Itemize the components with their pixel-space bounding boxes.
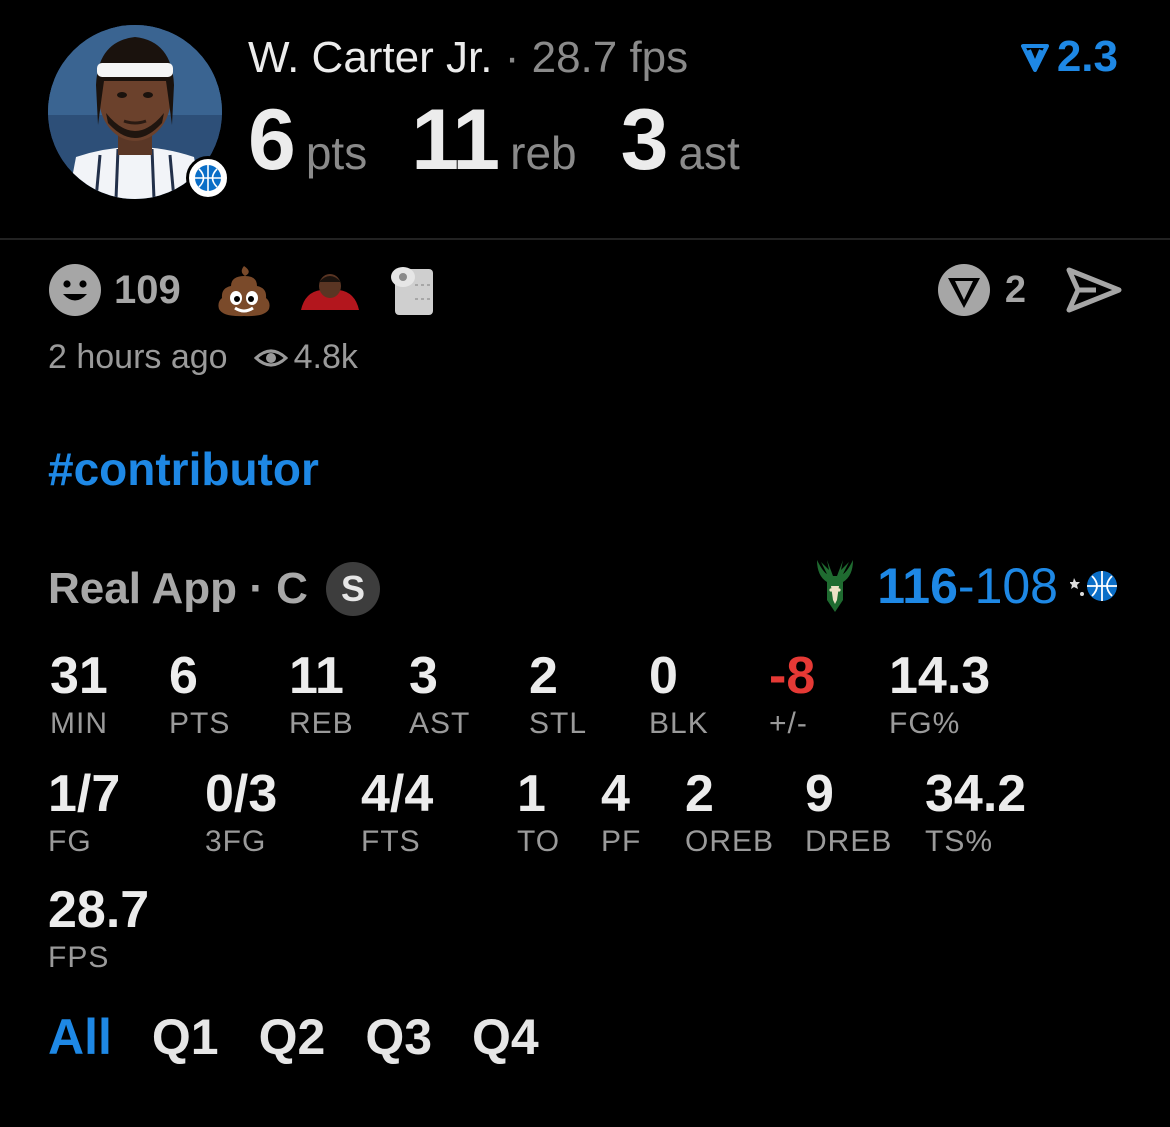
- game-score[interactable]: 116-108: [813, 556, 1120, 616]
- stat-value: 31: [50, 647, 108, 705]
- starter-badge: S: [325, 562, 380, 616]
- poop-emoji-icon[interactable]: [215, 262, 273, 318]
- rating-value: 2.3: [1056, 32, 1118, 81]
- stat-label: TO: [517, 825, 561, 858]
- stat-value: -8: [769, 647, 816, 705]
- stat-label: FG: [48, 825, 92, 858]
- stat-label: PTS: [169, 707, 231, 740]
- stat-label: PF: [601, 825, 642, 858]
- stat-fts: 4/4 FTS: [361, 764, 433, 860]
- stat-value: 11: [289, 647, 344, 705]
- time-ago: 2 hours ago: [48, 338, 228, 376]
- headline-statline: 6 pts 11 reb 3 ast: [248, 92, 784, 188]
- tab-q4[interactable]: Q4: [472, 1008, 539, 1066]
- stat-label: STL: [529, 707, 588, 740]
- stat-fps: 28.7 FPS: [48, 880, 149, 976]
- stat-value: 3: [409, 647, 438, 705]
- stat-value: 4: [601, 765, 630, 823]
- assists-value: 3: [620, 92, 669, 188]
- stat-value: 1/7: [48, 765, 121, 823]
- stat-value: 0/3: [205, 765, 278, 823]
- period-tabs: All Q1 Q2 Q3 Q4: [48, 1008, 539, 1066]
- rating-badge-icon[interactable]: [937, 263, 991, 317]
- eye-icon: [253, 349, 288, 366]
- reaction-bar: 109: [48, 262, 439, 318]
- stat-fg: 1/7 FG: [48, 764, 120, 860]
- stat-reb: 11 REB: [289, 646, 354, 742]
- headline-separator: ·: [492, 33, 532, 82]
- tab-q3[interactable]: Q3: [365, 1008, 432, 1066]
- stat-label: TS%: [925, 825, 994, 858]
- hashtag-link[interactable]: #contributor: [48, 442, 319, 496]
- stat-value: 9: [805, 765, 834, 823]
- player-headline: W. Carter Jr. · 28.7 fps: [248, 32, 688, 84]
- losing-score: 108: [974, 558, 1058, 614]
- stat-oreb: 2 OREB: [685, 764, 774, 860]
- magic-team-logo-icon: [1070, 571, 1117, 601]
- stat-label: REB: [289, 707, 354, 740]
- stat-label: FG%: [889, 707, 961, 740]
- magic-team-logo-icon: [186, 156, 230, 200]
- header-divider: [0, 238, 1170, 240]
- toilet-paper-emoji-icon[interactable]: [387, 263, 439, 317]
- stat-label: OREB: [685, 825, 775, 858]
- stat-plus-minus: -8 +/-: [769, 646, 815, 742]
- tab-q2[interactable]: Q2: [259, 1008, 326, 1066]
- stat-to: 1 TO: [517, 764, 560, 860]
- stat-label: AST: [409, 707, 471, 740]
- stat-label: FPS: [48, 941, 110, 974]
- tab-all[interactable]: All: [48, 1008, 112, 1066]
- stat-min: 31 MIN: [50, 646, 108, 742]
- player-name[interactable]: W. Carter Jr.: [248, 33, 492, 82]
- points-value: 6: [248, 92, 296, 188]
- tab-q1[interactable]: Q1: [152, 1008, 219, 1066]
- stat-label: BLK: [649, 707, 709, 740]
- stat-pts: 6 PTS: [169, 646, 230, 742]
- send-icon[interactable]: [1066, 266, 1122, 314]
- stat-value: 28.7: [48, 881, 150, 939]
- assists-unit: ast: [678, 127, 740, 179]
- points-unit: pts: [305, 127, 368, 179]
- stat-value: 0: [649, 647, 678, 705]
- share-area: 2: [937, 262, 1122, 318]
- score-text: 116-108: [877, 556, 1058, 616]
- source-position-label: Real App · C: [48, 564, 308, 613]
- score-separator: -: [957, 558, 975, 614]
- stat-label: FTS: [361, 825, 421, 858]
- stat-ts-pct: 34.2 TS%: [925, 764, 1026, 860]
- stat-value: 1: [517, 765, 546, 823]
- view-count: 4.8k: [293, 338, 358, 376]
- stat-stl: 2 STL: [529, 646, 587, 742]
- winning-score: 116: [877, 558, 958, 614]
- rating-v-icon: [1020, 44, 1049, 72]
- post-meta: 2 hours ago 4.8k: [48, 338, 358, 377]
- stat-value: 2: [685, 765, 714, 823]
- rebounds-unit: reb: [510, 127, 577, 179]
- stat-label: DREB: [805, 825, 893, 858]
- stat-value: 4/4: [361, 765, 434, 823]
- player-fps: 28.7 fps: [531, 33, 689, 82]
- stat-label: 3FG: [205, 825, 267, 858]
- stat-value: 14.3: [889, 647, 991, 705]
- stat-label: MIN: [50, 707, 108, 740]
- stat-value: 6: [169, 647, 198, 705]
- stat-dreb: 9 DREB: [805, 764, 892, 860]
- stat-value: 34.2: [925, 765, 1027, 823]
- stat-value: 2: [529, 647, 558, 705]
- bucks-team-logo-icon: [817, 560, 854, 612]
- rebounds-value: 11: [411, 92, 500, 188]
- reaction-count: 109: [114, 267, 181, 312]
- stat-label: +/-: [769, 707, 808, 740]
- stat-fg-pct: 14.3 FG%: [889, 646, 990, 742]
- stat-pf: 4 PF: [601, 764, 641, 860]
- player-rating[interactable]: 2.3: [1020, 32, 1118, 82]
- game-label: Real App · C S: [48, 562, 380, 616]
- stat-ast: 3 AST: [409, 646, 470, 742]
- stat-blk: 0 BLK: [649, 646, 709, 742]
- smiley-reaction-icon[interactable]: [48, 263, 102, 317]
- stat-3fg: 0/3 3FG: [205, 764, 277, 860]
- share-count: 2: [1004, 268, 1026, 311]
- player-reaction-sticker-icon[interactable]: [299, 270, 361, 310]
